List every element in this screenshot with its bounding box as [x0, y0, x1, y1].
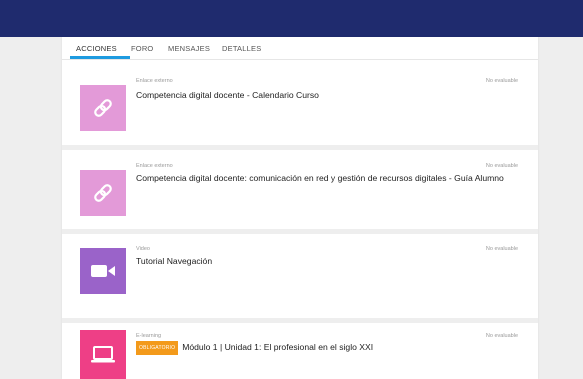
video-camera-icon — [91, 265, 115, 277]
tab-bar: ACCIONES FORO MENSAJES DETALLES — [62, 37, 538, 61]
laptop-icon — [91, 345, 115, 362]
activity-title[interactable]: Competencia digital docente - Calendario… — [136, 89, 521, 101]
evaluation-status: No evaluable — [485, 163, 518, 169]
activity-title[interactable]: Competencia digital docente: comunicació… — [136, 172, 521, 184]
link-tile — [80, 85, 126, 131]
evaluation-status: No evaluable — [485, 333, 518, 339]
mandatory-badge: OBLIGATORIO — [136, 341, 179, 355]
tab-foro[interactable]: FORO — [131, 44, 153, 53]
activity-item-modulo-1[interactable]: E-learning No evaluable OBLIGATORIO Módul… — [62, 323, 538, 379]
activity-item-guia-alumno[interactable]: Enlace externo No evaluable Competencia … — [62, 150, 538, 229]
evaluation-status: No evaluable — [485, 78, 518, 84]
elearning-tile — [80, 330, 126, 379]
activity-title[interactable]: Tutorial Navegación — [136, 255, 521, 267]
link-tile — [80, 170, 126, 216]
activity-item-tutorial[interactable]: Video No evaluable Tutorial Navegación — [62, 234, 538, 318]
link-icon — [94, 99, 112, 117]
tab-detalles[interactable]: DETALLES — [222, 44, 261, 53]
tab-mensajes[interactable]: MENSAJES — [168, 44, 210, 53]
activity-type: Enlace externo — [136, 163, 173, 169]
activity-type: Enlace externo — [136, 78, 173, 84]
top-header-bar — [0, 0, 583, 37]
evaluation-status: No evaluable — [485, 246, 518, 252]
activity-type: Video — [136, 246, 150, 252]
tab-acciones[interactable]: ACCIONES — [76, 44, 117, 53]
link-icon — [94, 184, 112, 202]
activity-item-calendario[interactable]: Enlace externo No evaluable Competencia … — [62, 60, 538, 145]
activity-title: Módulo 1 | Unidad 1: El profesional en e… — [182, 342, 374, 352]
activity-title-row[interactable]: OBLIGATORIO Módulo 1 | Unidad 1: El profe… — [136, 341, 521, 355]
activity-type: E-learning — [136, 333, 162, 339]
course-panel: ACCIONES FORO MENSAJES DETALLES Enlace e… — [62, 37, 538, 379]
video-tile — [80, 248, 126, 294]
